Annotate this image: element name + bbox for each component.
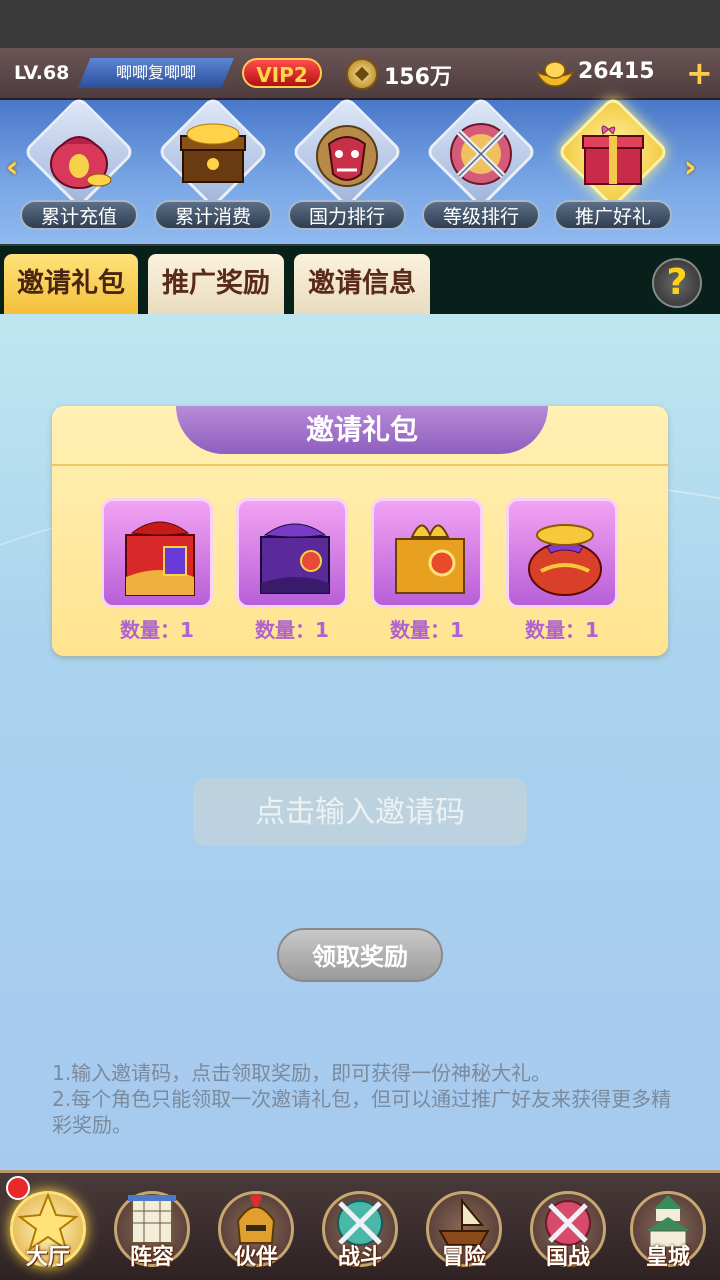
event-label: 等级排行	[422, 200, 540, 230]
nav-partner[interactable]: 伙伴	[208, 1181, 304, 1277]
gift-item[interactable]: 数量：1	[506, 498, 618, 643]
coin-bag-icon	[528, 524, 602, 596]
event-label: 累计消费	[154, 200, 272, 230]
status-bar	[0, 0, 720, 48]
nav-label: 大厅	[25, 1245, 70, 1270]
event-nation-power-rank[interactable]: 国力排行	[284, 95, 410, 238]
gold-gift-box-icon	[395, 524, 465, 594]
rule-line: 2.每个角色只能领取一次邀请礼包，但可以通过推广好友来获得更多精彩奖励。	[52, 1087, 672, 1137]
gift-quantity: 数量：1	[525, 618, 599, 642]
player-bar: LV.68 唧唧复唧唧 VIP2 156万 26415 +	[0, 48, 720, 100]
nav-label: 阵容	[129, 1245, 174, 1270]
gold-amount: 26415	[578, 59, 655, 84]
invite-code-input[interactable]	[193, 778, 527, 846]
demon-mask-icon	[316, 125, 378, 187]
gold-ingot-icon	[535, 61, 575, 87]
event-cumulative-spending[interactable]: 累计消费	[150, 95, 276, 238]
gift-item[interactable]: 数量：1	[371, 498, 483, 643]
red-gift-box-icon	[125, 521, 195, 596]
rule-line: 1.输入邀请码，点击领取奖励，即可获得一份神秘大礼。	[52, 1061, 552, 1085]
chevron-right-icon[interactable]: ›	[684, 150, 696, 185]
gift-chest-icon	[582, 125, 644, 185]
divider	[52, 464, 668, 466]
rules-notes: 1.输入邀请码，点击领取奖励，即可获得一份神秘大礼。 2.每个角色只能领取一次邀…	[52, 1060, 672, 1138]
player-level: LV.68	[14, 62, 70, 84]
nav-lineup[interactable]: 阵容	[104, 1181, 200, 1277]
recharge-plus-button[interactable]: +	[686, 54, 713, 92]
tab-invite-pack[interactable]: 邀请礼包	[4, 254, 138, 314]
main-panel: 邀请礼包 数量：1 数量：1 数量：1 数量：1 点击输入邀请码 领取奖励 1.…	[0, 314, 720, 1170]
event-referral-gift[interactable]: 推广好礼	[550, 95, 676, 238]
treasure-chest-icon	[180, 123, 246, 183]
purple-gift-box-icon	[260, 523, 330, 594]
copper-coin-icon	[346, 58, 378, 90]
nav-label: 皇城	[645, 1245, 690, 1270]
event-label: 累计充值	[20, 200, 138, 230]
crossed-swords-icon	[450, 123, 512, 185]
claim-reward-button[interactable]: 领取奖励	[277, 928, 443, 982]
coin-amount: 156万	[384, 65, 452, 90]
nav-label: 战斗	[337, 1245, 382, 1270]
gift-quantity: 数量：1	[120, 618, 194, 642]
vip-badge[interactable]: VIP2	[242, 58, 322, 88]
nav-battle[interactable]: 战斗	[312, 1181, 408, 1277]
tab-bar: 邀请礼包 推广奖励 邀请信息 ?	[0, 244, 720, 314]
nav-label: 冒险	[441, 1245, 486, 1270]
money-bag-icon	[50, 136, 112, 189]
tab-invite-info[interactable]: 邀请信息	[294, 254, 430, 314]
gift-quantity: 数量：1	[390, 618, 464, 642]
event-carousel: ‹ 累计充值 累计消费 国力排行 等级排行 推广好礼 ›	[0, 95, 720, 244]
help-icon[interactable]: ?	[652, 258, 702, 308]
nav-imperial-city[interactable]: 皇城	[620, 1181, 716, 1277]
gift-item[interactable]: 数量：1	[236, 498, 348, 643]
tab-promotion-reward[interactable]: 推广奖励	[148, 254, 284, 314]
player-name[interactable]: 唧唧复唧唧	[78, 58, 234, 88]
nav-label: 国战	[545, 1245, 590, 1270]
notification-dot	[6, 1176, 30, 1200]
event-level-rank[interactable]: 等级排行	[418, 95, 544, 238]
gift-quantity: 数量：1	[255, 618, 329, 642]
gift-item[interactable]: 数量：1	[101, 498, 213, 643]
nav-adventure[interactable]: 冒险	[416, 1181, 512, 1277]
event-cumulative-recharge[interactable]: 累计充值	[16, 95, 142, 238]
nav-label: 伙伴	[233, 1245, 278, 1270]
event-label: 国力排行	[288, 200, 406, 230]
gift-pack-title: 邀请礼包	[176, 406, 548, 454]
gift-pack-card: 邀请礼包 数量：1 数量：1 数量：1 数量：1	[52, 406, 668, 656]
bottom-nav: 大厅 阵容 伙伴 战斗 冒险 国战 皇城	[0, 1170, 720, 1280]
event-label: 推广好礼	[554, 200, 672, 230]
nav-nation-war[interactable]: 国战	[520, 1181, 616, 1277]
